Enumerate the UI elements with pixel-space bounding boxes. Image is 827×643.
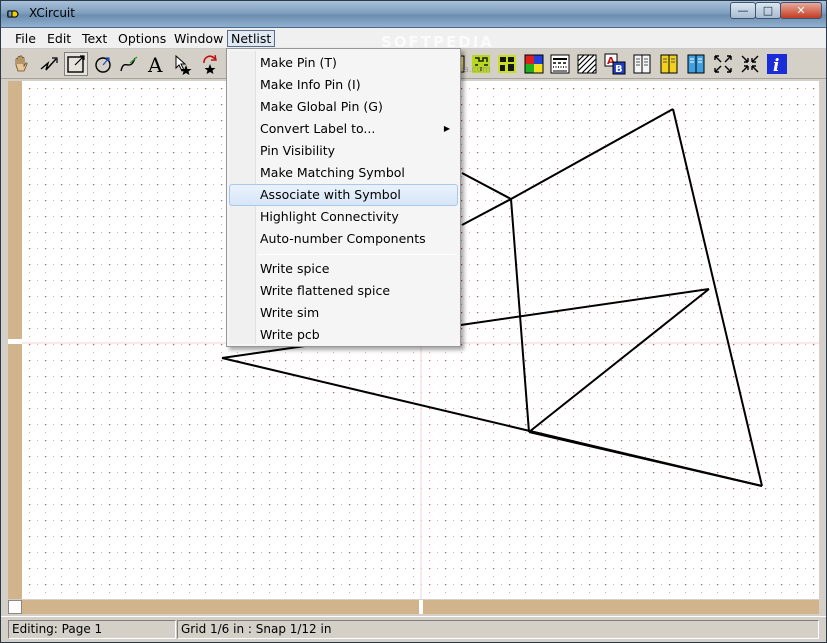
- minimize-button[interactable]: —: [730, 2, 756, 19]
- book-icon[interactable]: [630, 52, 654, 76]
- font-glyph-b: B: [615, 64, 623, 75]
- menu-item-write-sim[interactable]: Write sim: [229, 302, 458, 324]
- menu-netlist[interactable]: Netlist: [227, 30, 276, 47]
- menu-item-write-flattened-spice[interactable]: Write flattened spice: [229, 280, 458, 302]
- arc-icon[interactable]: [91, 52, 115, 76]
- menu-item-label: Pin Visibility: [260, 143, 336, 158]
- pan-hand-icon[interactable]: [9, 52, 33, 76]
- box-icon[interactable]: [64, 52, 88, 76]
- menu-item-label: Write flattened spice: [260, 283, 391, 298]
- status-bar: Editing: Page 1 Grid 1/6 in : Snap 1/12 …: [1, 616, 826, 642]
- scroll-corner-box[interactable]: [8, 600, 22, 614]
- menu-item-label: Write pcb: [260, 327, 320, 342]
- select-star-icon[interactable]: [171, 52, 195, 76]
- menu-item-make-global-pin[interactable]: Make Global Pin (G): [229, 96, 458, 118]
- netlist-dropdown-menu: Make Pin (T) Make Info Pin (I) Make Glob…: [226, 48, 461, 347]
- menu-item-label: Make Matching Symbol: [260, 165, 405, 180]
- book-blue-icon[interactable]: [684, 52, 708, 76]
- rotate-star-icon[interactable]: [198, 52, 222, 76]
- menu-window[interactable]: Window: [171, 30, 226, 47]
- menu-item-label: Make Global Pin (G): [260, 99, 383, 114]
- menu-item-convert-label[interactable]: Convert Label to... ▶: [229, 118, 458, 140]
- menu-item-label: Highlight Connectivity: [260, 209, 399, 224]
- menu-item-label: Associate with Symbol: [260, 187, 401, 202]
- menu-item-write-spice[interactable]: Write spice: [229, 258, 458, 280]
- window-title: XCircuit: [29, 6, 75, 20]
- font-ab-icon[interactable]: AB: [603, 52, 627, 76]
- menu-text[interactable]: Text: [79, 30, 110, 47]
- maximize-button[interactable]: □: [755, 2, 781, 19]
- horizontal-scroll-thumb[interactable]: [419, 600, 423, 614]
- info-icon[interactable]: i: [765, 52, 789, 76]
- xcircuit-app-icon: [7, 10, 19, 18]
- menu-item-auto-number-components[interactable]: Auto-number Components: [229, 228, 458, 250]
- line-style-icon[interactable]: [548, 52, 572, 76]
- title-bar[interactable]: XCircuit — □ ✕: [1, 1, 826, 28]
- text-icon[interactable]: A: [144, 52, 168, 76]
- menu-item-pin-visibility[interactable]: Pin Visibility: [229, 140, 458, 162]
- menu-item-write-pcb[interactable]: Write pcb: [229, 324, 458, 346]
- color-palette-icon[interactable]: [522, 52, 546, 76]
- zoom-in-icon[interactable]: [738, 52, 762, 76]
- vertical-scroll-thumb[interactable]: [8, 339, 22, 344]
- menu-item-highlight-connectivity[interactable]: Highlight Connectivity: [229, 206, 458, 228]
- menu-item-associate-with-symbol[interactable]: Associate with Symbol: [229, 184, 458, 206]
- menu-edit[interactable]: Edit: [44, 30, 74, 47]
- wire-icon[interactable]: [37, 52, 61, 76]
- status-editing-page: Editing: Page 1: [8, 620, 176, 639]
- spline-icon[interactable]: [117, 52, 141, 76]
- puzzle-dark-icon[interactable]: [495, 52, 519, 76]
- close-button[interactable]: ✕: [780, 2, 822, 19]
- book-yellow-icon[interactable]: [657, 52, 681, 76]
- menu-file[interactable]: File: [12, 30, 39, 47]
- app-window: XCircuit — □ ✕ File Edit Text Options Wi…: [0, 0, 827, 643]
- menu-item-make-pin[interactable]: Make Pin (T): [229, 52, 458, 74]
- menu-item-label: Write sim: [260, 305, 320, 320]
- submenu-arrow-icon: ▶: [443, 124, 450, 133]
- menu-item-label: Auto-number Components: [260, 231, 426, 246]
- menu-item-label: Make Pin (T): [260, 55, 337, 70]
- status-grid-snap: Grid 1/6 in : Snap 1/12 in: [177, 620, 819, 639]
- menu-item-label: Make Info Pin (I): [260, 77, 361, 92]
- menu-item-make-matching-symbol[interactable]: Make Matching Symbol: [229, 162, 458, 184]
- fill-pattern-icon[interactable]: [575, 52, 599, 76]
- menu-item-label: Write spice: [260, 261, 330, 276]
- menu-options[interactable]: Options: [115, 30, 169, 47]
- info-glyph: i: [773, 56, 779, 75]
- menu-separator: [258, 254, 456, 255]
- zoom-out-icon[interactable]: [711, 52, 735, 76]
- text-tool-glyph: A: [147, 53, 163, 75]
- menu-item-make-info-pin[interactable]: Make Info Pin (I): [229, 74, 458, 96]
- menu-item-label: Convert Label to...: [260, 121, 376, 136]
